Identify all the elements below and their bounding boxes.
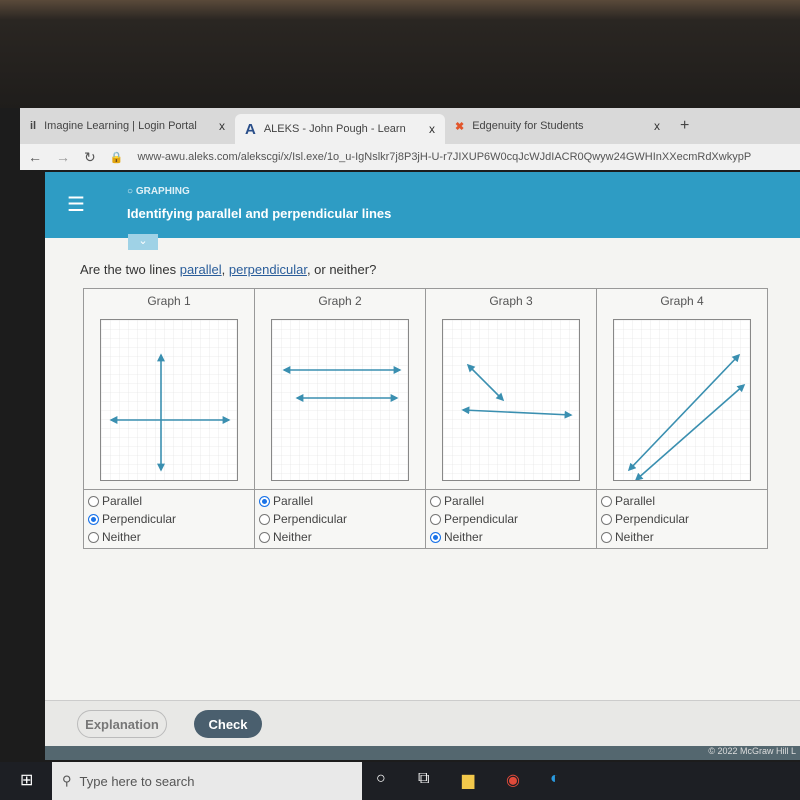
- radio-button[interactable]: [259, 531, 270, 543]
- tab-label: ALEKS - John Pough - Learn: [263, 123, 406, 135]
- radio-option-neither[interactable]: Neither: [259, 528, 421, 546]
- question-text: Are the two lines parallel, perpendicula…: [80, 262, 377, 277]
- close-icon[interactable]: x: [429, 122, 435, 136]
- radio-button[interactable]: [88, 531, 99, 543]
- lock-icon: 🔒: [109, 151, 124, 164]
- address-bar: ← → ↻ 🔒 www-awu.aleks.com/alekscgi/x/Isl…: [20, 144, 800, 170]
- taskbar-search[interactable]: ⚲ Type here to search: [52, 762, 362, 800]
- radio-option-perpendicular[interactable]: Perpendicular: [88, 510, 250, 528]
- radio-option-parallel[interactable]: Parallel: [88, 492, 250, 510]
- cortana-icon[interactable]: ○: [376, 770, 386, 788]
- graphs-table: Graph 1 Graph 2 Graph 3 Graph 4 Parallel Per…: [83, 288, 768, 549]
- forward-icon[interactable]: →: [56, 149, 70, 165]
- imagine-learning-icon: il: [30, 120, 37, 132]
- tab-edgenuity[interactable]: ✖ Edgenuity for Students x: [445, 111, 670, 141]
- radio-option-neither[interactable]: Neither: [601, 528, 763, 546]
- explanation-button[interactable]: Explanation: [77, 710, 167, 738]
- radio-button[interactable]: [601, 495, 612, 507]
- footer-bar: Explanation Check: [45, 700, 800, 746]
- back-icon[interactable]: ←: [28, 149, 42, 165]
- aleks-page: ☰ ○ GRAPHING Identifying parallel and pe…: [45, 172, 800, 760]
- edge-icon[interactable]: ◐: [550, 770, 560, 788]
- new-tab-button[interactable]: +: [670, 111, 699, 141]
- option-label: Perpendicular: [444, 512, 519, 526]
- graph-grid: [272, 320, 408, 480]
- topic-header: ☰ ○ GRAPHING Identifying parallel and pe…: [45, 172, 800, 238]
- graph-cell: Graph 4: [596, 288, 768, 490]
- browser-tab-strip: il Imagine Learning | Login Portal x A ALEK…: [20, 108, 800, 144]
- page-title: Identifying parallel and perpendicular l…: [127, 206, 392, 221]
- radio-option-perpendicular[interactable]: Perpendicular: [601, 510, 763, 528]
- radio-button[interactable]: [601, 531, 612, 543]
- option-label: Perpendicular: [273, 512, 348, 526]
- radio-button[interactable]: [601, 513, 612, 525]
- graph-label: Graph 4: [660, 294, 704, 308]
- tab-imagine-learning[interactable]: il Imagine Learning | Login Portal x: [20, 111, 235, 141]
- radio-button[interactable]: [88, 495, 99, 507]
- close-icon[interactable]: x: [219, 119, 225, 133]
- file-explorer-icon[interactable]: ▆: [462, 770, 474, 790]
- search-placeholder: Type here to search: [79, 773, 195, 789]
- chrome-icon[interactable]: ◉: [506, 770, 520, 790]
- radio-option-neither[interactable]: Neither: [430, 528, 592, 546]
- graph-grid: [443, 320, 579, 480]
- radio-option-parallel[interactable]: Parallel: [601, 492, 763, 510]
- windows-start-icon[interactable]: ⊞: [20, 770, 33, 790]
- perpendicular-link[interactable]: perpendicular: [229, 262, 307, 277]
- reload-icon[interactable]: ↻: [84, 149, 96, 166]
- tab-label: Imagine Learning | Login Portal: [44, 120, 197, 132]
- option-label: Parallel: [615, 494, 656, 508]
- option-label: Perpendicular: [615, 512, 690, 526]
- task-view-icon[interactable]: ⧉: [418, 770, 429, 788]
- radio-button[interactable]: [259, 495, 270, 507]
- tab-label: Edgenuity for Students: [472, 120, 584, 132]
- option-label: Parallel: [102, 494, 143, 508]
- parallel-link[interactable]: parallel: [180, 262, 222, 277]
- aleks-icon: A: [245, 120, 256, 138]
- answer-options: Parallel Perpendicular Neither: [425, 489, 597, 549]
- search-icon: ⚲: [62, 773, 72, 788]
- option-label: Parallel: [444, 494, 485, 508]
- edgenuity-icon: ✖: [455, 120, 465, 133]
- graph-cell: Graph 3: [425, 288, 597, 490]
- taskbar: ⊞ ⚲ Type here to search ○ ⧉ ▆ ◉ ◐: [0, 762, 800, 800]
- graph-grid: [614, 320, 750, 482]
- radio-button[interactable]: [430, 513, 441, 525]
- answer-options: Parallel Perpendicular Neither: [596, 489, 768, 549]
- radio-option-perpendicular[interactable]: Perpendicular: [259, 510, 421, 528]
- menu-icon[interactable]: ☰: [67, 192, 85, 217]
- url-input[interactable]: www-awu.aleks.com/alekscgi/x/Isl.exe/1o_…: [137, 151, 751, 163]
- radio-button[interactable]: [259, 513, 270, 525]
- option-label: Neither: [444, 530, 483, 544]
- graph-cell: Graph 2: [254, 288, 426, 490]
- radio-option-parallel[interactable]: Parallel: [430, 492, 592, 510]
- radio-option-neither[interactable]: Neither: [88, 528, 250, 546]
- radio-button[interactable]: [430, 531, 441, 543]
- option-label: Neither: [273, 530, 312, 544]
- graph-label: Graph 2: [318, 294, 362, 308]
- option-label: Neither: [102, 530, 141, 544]
- check-button[interactable]: Check: [194, 710, 262, 738]
- radio-button[interactable]: [88, 513, 99, 525]
- radio-option-parallel[interactable]: Parallel: [259, 492, 421, 510]
- option-label: Neither: [615, 530, 654, 544]
- graph-label: Graph 3: [489, 294, 533, 308]
- graph-cell: Graph 1: [83, 288, 255, 490]
- graph-grid: [101, 320, 237, 480]
- close-icon[interactable]: x: [654, 119, 660, 133]
- answer-options: Parallel Perpendicular Neither: [254, 489, 426, 549]
- copyright: © 2022 McGraw Hill L: [45, 746, 800, 760]
- chevron-down-icon[interactable]: ⌄: [128, 234, 158, 250]
- option-label: Perpendicular: [102, 512, 177, 526]
- graph-label: Graph 1: [147, 294, 191, 308]
- answer-options: Parallel Perpendicular Neither: [83, 489, 255, 549]
- tab-aleks[interactable]: A ALEKS - John Pough - Learn x: [235, 114, 445, 144]
- option-label: Parallel: [273, 494, 314, 508]
- radio-button[interactable]: [430, 495, 441, 507]
- topic-category: ○ GRAPHING: [127, 186, 190, 197]
- monitor-bezel: [0, 0, 800, 108]
- radio-option-perpendicular[interactable]: Perpendicular: [430, 510, 592, 528]
